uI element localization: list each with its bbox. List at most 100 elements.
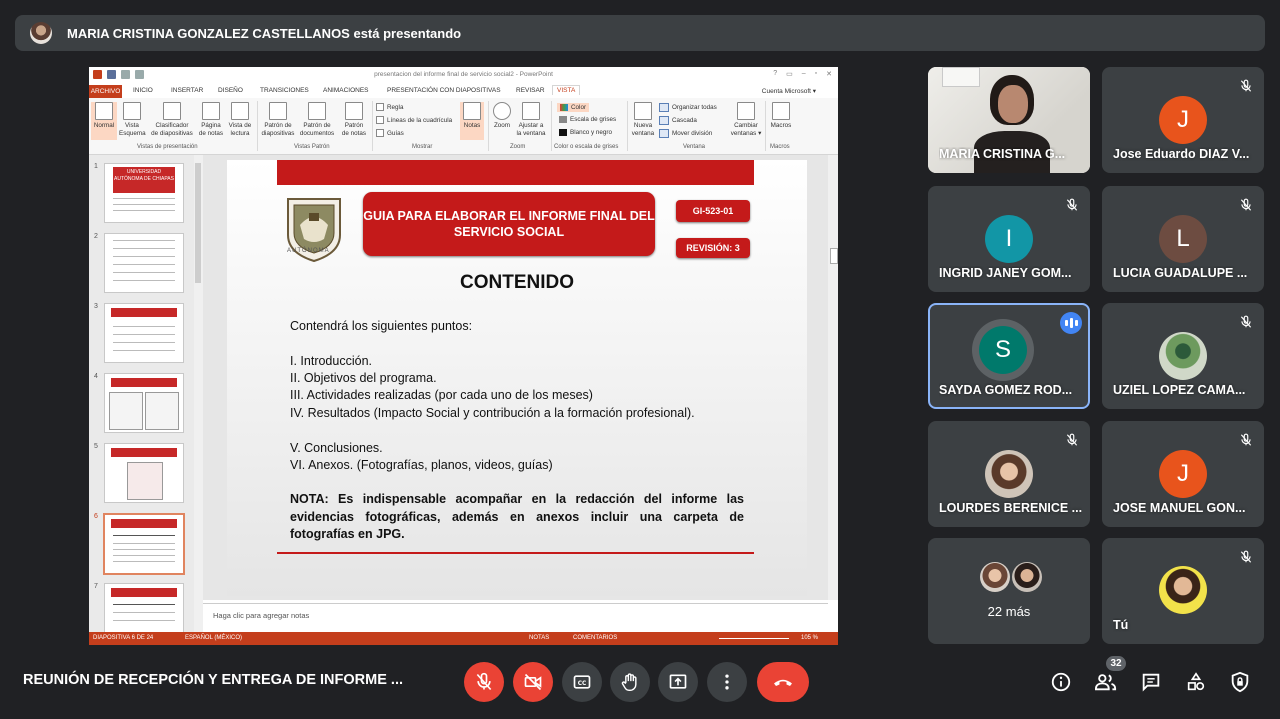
new-window-button[interactable]: Nueva ventana bbox=[629, 102, 657, 138]
leave-call-button[interactable] bbox=[757, 662, 809, 702]
participant-tile[interactable]: J JOSE MANUEL GON... bbox=[1102, 421, 1264, 527]
tab-revisar[interactable]: REVISAR bbox=[516, 87, 545, 94]
people-count-badge: 32 bbox=[1106, 656, 1126, 671]
participant-tile-presenter[interactable]: MARIA CRISTINA G... bbox=[928, 67, 1090, 173]
avatar bbox=[1012, 562, 1042, 592]
info-icon bbox=[1051, 672, 1071, 692]
thumbnail-scrollbar[interactable] bbox=[194, 155, 203, 632]
participant-tile[interactable]: L LUCIA GUADALUPE ... bbox=[1102, 186, 1264, 292]
host-controls-button[interactable] bbox=[1226, 668, 1254, 696]
meeting-title: REUNIÓN DE RECEPCIÓN Y ENTREGA DE INFORM… bbox=[23, 672, 404, 688]
grayscale-button[interactable]: Escala de grises bbox=[559, 116, 616, 123]
ribbon-separator bbox=[257, 101, 258, 151]
normal-view-icon bbox=[95, 102, 113, 120]
end-call-icon bbox=[774, 679, 792, 686]
close-icon[interactable]: ✕ bbox=[826, 70, 832, 78]
participant-tile[interactable]: UZIEL LOPEZ CAMA... bbox=[1102, 303, 1264, 409]
restore-icon[interactable]: ▫ bbox=[815, 70, 817, 78]
slide-editor: AUTÓNOMA GUIA PARA ELABORAR EL INFORME F… bbox=[203, 155, 828, 600]
cascade-button[interactable]: Cascada bbox=[659, 116, 697, 125]
language-indicator[interactable]: ESPAÑOL (MÉXICO) bbox=[185, 635, 242, 641]
help-icon[interactable]: ? bbox=[773, 70, 777, 78]
meeting-details-button[interactable] bbox=[1047, 668, 1075, 696]
tab-vista[interactable]: VISTA bbox=[552, 85, 581, 95]
ribbon-display-icon[interactable]: ▭ bbox=[786, 70, 793, 78]
slide-thumbnail-5[interactable] bbox=[104, 443, 184, 503]
macros-icon bbox=[772, 102, 790, 120]
chat-button[interactable] bbox=[1137, 668, 1165, 696]
tab-archivo[interactable]: ARCHIVO bbox=[89, 85, 122, 98]
slide-thumbnail-2[interactable] bbox=[104, 233, 184, 293]
self-tile[interactable]: Tú bbox=[1102, 538, 1264, 644]
slide-thumbnail-4[interactable] bbox=[104, 373, 184, 433]
minimize-icon[interactable]: – bbox=[802, 70, 806, 78]
avatar: S bbox=[979, 326, 1027, 374]
ppt-window-title: presentacion del informe final de servic… bbox=[374, 71, 553, 78]
comments-status-button[interactable]: COMENTARIOS bbox=[573, 635, 617, 641]
present-now-button[interactable] bbox=[658, 662, 698, 702]
outline-view-button[interactable]: Vista Esquema bbox=[119, 102, 146, 138]
group-mostrar: Mostrar bbox=[412, 144, 433, 150]
notes-status-button[interactable]: NOTAS bbox=[529, 635, 549, 641]
avatar: J bbox=[1159, 96, 1207, 144]
thumb-number: 1 bbox=[94, 163, 98, 170]
tab-transiciones[interactable]: TRANSICIONES bbox=[260, 87, 309, 94]
tab-animaciones[interactable]: ANIMACIONES bbox=[323, 87, 369, 94]
fit-window-button[interactable]: Ajustar a la ventana bbox=[515, 102, 547, 138]
participant-name: SAYDA GOMEZ ROD... bbox=[939, 383, 1073, 397]
slide-master-button[interactable]: Patrón de diapositivas bbox=[259, 102, 297, 138]
slide-item-2: II. Objetivos del programa. bbox=[290, 371, 437, 385]
notes-toggle-button[interactable]: Notas bbox=[460, 102, 484, 140]
activities-button[interactable] bbox=[1182, 668, 1210, 696]
handout-master-button[interactable]: Patrón de documentos bbox=[298, 102, 336, 138]
captions-icon: CC bbox=[573, 675, 591, 689]
notes-page-button[interactable]: Página de notas bbox=[197, 102, 225, 138]
tab-insertar[interactable]: INSERTAR bbox=[171, 87, 203, 94]
black-white-button[interactable]: Blanco y negro bbox=[559, 129, 612, 136]
notes-pane[interactable]: Haga clic para agregar notas bbox=[203, 603, 828, 633]
zoom-level[interactable]: 105 % bbox=[801, 635, 818, 641]
group-vistas-patron: Vistas Patrón bbox=[294, 144, 330, 150]
people-icon bbox=[1095, 674, 1117, 691]
slide-thumbnail-3[interactable] bbox=[104, 303, 184, 363]
more-participants-tile[interactable]: 22 más bbox=[928, 538, 1090, 644]
handout-master-icon bbox=[308, 102, 326, 120]
avatar: J bbox=[1159, 450, 1207, 498]
arrange-all-button[interactable]: Organizar todas bbox=[659, 103, 717, 112]
more-options-button[interactable] bbox=[707, 662, 747, 702]
captions-button[interactable]: CC bbox=[562, 662, 602, 702]
zoom-icon bbox=[493, 102, 511, 120]
participant-tile-speaking[interactable]: S SAYDA GOMEZ ROD... bbox=[928, 303, 1090, 409]
move-split-button[interactable]: Mover división bbox=[659, 129, 712, 138]
reading-view-button[interactable]: Vista de lectura bbox=[226, 102, 254, 138]
ruler-checkbox[interactable]: Regla bbox=[376, 103, 403, 111]
slide-thumbnail-6[interactable] bbox=[103, 513, 185, 575]
slide-footer-line bbox=[277, 552, 754, 554]
raise-hand-button[interactable] bbox=[610, 662, 650, 702]
participant-tile[interactable]: I INGRID JANEY GOM... bbox=[928, 186, 1090, 292]
mic-toggle-button[interactable] bbox=[464, 662, 504, 702]
slide-header-bar bbox=[277, 160, 754, 185]
normal-view-button[interactable]: Normal bbox=[91, 102, 117, 140]
guides-checkbox[interactable]: Guías bbox=[376, 129, 404, 137]
color-button[interactable]: Color bbox=[557, 103, 590, 112]
account-menu[interactable]: Cuenta Microsoft ▾ bbox=[762, 87, 816, 95]
camera-toggle-button[interactable] bbox=[513, 662, 553, 702]
notes-master-button[interactable]: Patrón de notas bbox=[338, 102, 370, 138]
tab-presentacion[interactable]: PRESENTACIÓN CON DIAPOSITIVAS bbox=[387, 87, 501, 94]
slide-scrollbar[interactable] bbox=[828, 155, 838, 600]
slide-sorter-button[interactable]: Clasificador de diapositivas bbox=[149, 102, 195, 138]
avatar: L bbox=[1159, 215, 1207, 263]
tab-diseno[interactable]: DISEÑO bbox=[218, 87, 243, 94]
current-slide[interactable]: AUTÓNOMA GUIA PARA ELABORAR EL INFORME F… bbox=[227, 160, 807, 596]
zoom-slider[interactable] bbox=[719, 638, 789, 639]
participant-tile[interactable]: J Jose Eduardo DIAZ V... bbox=[1102, 67, 1264, 173]
zoom-button[interactable]: Zoom bbox=[490, 102, 514, 130]
gridlines-checkbox[interactable]: Líneas de la cuadrícula bbox=[376, 116, 452, 124]
switch-windows-button[interactable]: Cambiar ventanas ▾ bbox=[729, 102, 763, 138]
participant-tile[interactable]: LOURDES BERENICE ... bbox=[928, 421, 1090, 527]
tab-inicio[interactable]: INICIO bbox=[133, 87, 153, 94]
people-button[interactable] bbox=[1092, 668, 1120, 696]
slide-thumbnail-1[interactable]: UNIVERSIDAD AUTÓNOMA DE CHIAPAS bbox=[104, 163, 184, 223]
macros-button[interactable]: Macros bbox=[767, 102, 795, 130]
